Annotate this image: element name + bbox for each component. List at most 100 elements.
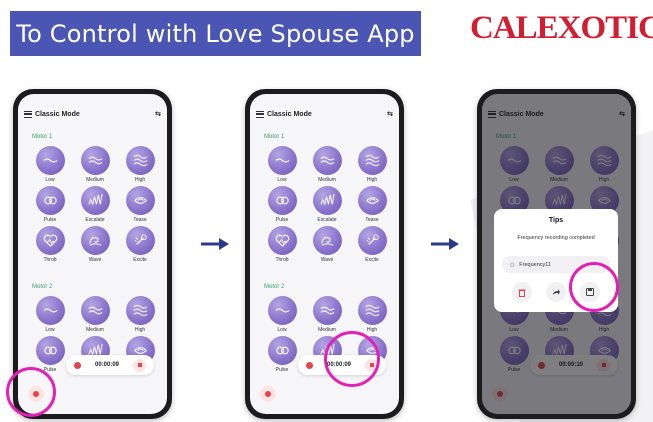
pattern-label: Escalate: [317, 217, 337, 223]
pattern-label: Low: [277, 327, 287, 333]
pattern-pulse-button[interactable]: Pulse: [260, 336, 304, 374]
pattern-label: Medium: [318, 327, 336, 333]
excite-icon: [357, 226, 387, 255]
pattern-label: Throb: [275, 257, 289, 263]
tease-icon: [357, 186, 387, 215]
mode-title-text: Classic Mode: [35, 110, 80, 118]
pulse-icon: [267, 186, 297, 215]
share-icon: [553, 289, 560, 295]
low-wave-icon: [35, 146, 65, 175]
pattern-excite-button[interactable]: Excite: [350, 226, 394, 264]
pattern-label: Wave: [88, 257, 102, 263]
high-wave-icon: [357, 296, 387, 325]
pattern-label: Pulse: [43, 217, 57, 223]
pattern-low-button[interactable]: Low: [260, 296, 304, 334]
top-bar: Classic Mode ⇆: [24, 108, 161, 120]
pulse-icon: [35, 336, 65, 365]
pattern-label: Throb: [43, 257, 57, 263]
pattern-high-button[interactable]: High: [118, 296, 162, 334]
record-button[interactable]: [260, 386, 276, 402]
brand-name: CALEXOTICS: [470, 10, 653, 46]
pattern-pulse-button[interactable]: Pulse: [28, 186, 72, 224]
pattern-label: Tease: [133, 217, 147, 223]
recording-dot-icon: [306, 361, 313, 369]
pattern-high-button[interactable]: High: [350, 296, 394, 334]
share-button[interactable]: [546, 282, 566, 302]
pattern-label: Escalate: [85, 217, 105, 223]
recording-dot-icon: [74, 361, 81, 369]
medium-wave-icon: [312, 296, 342, 325]
escalate-icon: [312, 186, 342, 215]
signal-icon[interactable]: ⇆: [387, 110, 393, 118]
pattern-label: High: [366, 177, 378, 183]
pattern-tease-button[interactable]: Tease: [118, 186, 162, 224]
highlight-record-button: [6, 367, 56, 417]
pulse-icon: [267, 336, 297, 365]
pattern-label: Low: [277, 177, 287, 183]
arrow-right-icon: [431, 238, 459, 250]
motor-1-label: Motor 1: [264, 134, 285, 140]
motor1-pattern-grid: Low Medium High Pulse Escalate Tease Throb Wave…: [260, 146, 394, 264]
pattern-medium-button[interactable]: Medium: [305, 296, 349, 334]
brand-logo: CALEXOTICS®: [470, 10, 653, 47]
pattern-escalate-button[interactable]: Escalate: [73, 186, 117, 224]
pattern-medium-button[interactable]: Medium: [73, 146, 117, 184]
low-wave-icon: [35, 296, 65, 325]
phone-step-3: Classic Mode⇆Motor 1LowMediumHighPulseEs…: [477, 89, 636, 419]
pattern-throb-button[interactable]: Throb: [260, 226, 304, 264]
excite-icon: [125, 226, 155, 255]
motor-2-label: Motor 2: [264, 284, 285, 290]
motor-1-label: Motor 1: [32, 134, 53, 140]
throb-heart-icon: [267, 226, 297, 255]
delete-button[interactable]: [512, 282, 532, 302]
app-screen: Classic Mode ⇆ Motor 1 Low Medium High Pulse Es…: [18, 94, 167, 414]
pattern-tease-button[interactable]: Tease: [350, 186, 394, 224]
pattern-high-button[interactable]: High: [350, 146, 394, 184]
pattern-label: High: [134, 177, 146, 183]
recording-name: Frequency11: [519, 261, 551, 268]
throb-heart-icon: [35, 226, 65, 255]
pattern-label: Medium: [318, 177, 336, 183]
pattern-excite-button[interactable]: Excite: [118, 226, 162, 264]
title-banner: To Control with Love Spouse App: [10, 11, 421, 56]
signal-icon[interactable]: ⇆: [155, 110, 161, 118]
escalate-icon: [80, 186, 110, 215]
pattern-high-button[interactable]: High: [118, 146, 162, 184]
trash-icon: [518, 289, 526, 297]
high-wave-icon: [125, 146, 155, 175]
pattern-wave-button[interactable]: Wave: [73, 226, 117, 264]
highlight-save-button: [569, 262, 619, 312]
high-wave-icon: [125, 296, 155, 325]
mode-title-text: Classic Mode: [267, 110, 312, 118]
high-wave-icon: [357, 146, 387, 175]
tease-icon: [125, 186, 155, 215]
arrow-right-icon: [201, 238, 229, 250]
pulse-icon: [35, 186, 65, 215]
phone-step-2: Classic Mode ⇆ Motor 1 Low Medium High Pulse Es…: [245, 89, 404, 419]
pattern-medium-button[interactable]: Medium: [73, 296, 117, 334]
medium-wave-icon: [80, 146, 110, 175]
pattern-medium-button[interactable]: Medium: [305, 146, 349, 184]
mode-title[interactable]: Classic Mode: [256, 110, 312, 118]
pattern-wave-button[interactable]: Wave: [305, 226, 349, 264]
top-bar: Classic Mode ⇆: [256, 108, 393, 120]
star-icon: ☆: [509, 261, 516, 269]
mode-title[interactable]: Classic Mode: [24, 110, 80, 118]
motor-2-label: Motor 2: [32, 284, 53, 290]
banner-title: To Control with Love Spouse App: [16, 19, 415, 48]
pattern-label: Excite: [133, 257, 147, 263]
menu-icon: [24, 110, 32, 118]
pattern-label: Tease: [365, 217, 379, 223]
pattern-low-button[interactable]: Low: [28, 296, 72, 334]
stop-recording-button[interactable]: [133, 358, 146, 372]
low-wave-icon: [267, 146, 297, 175]
dialog-title: Tips: [548, 217, 564, 224]
pattern-escalate-button[interactable]: Escalate: [305, 186, 349, 224]
pattern-throb-button[interactable]: Throb: [28, 226, 72, 264]
pattern-label: Low: [45, 177, 55, 183]
pattern-low-button[interactable]: Low: [28, 146, 72, 184]
menu-icon: [256, 110, 264, 118]
record-icon: [265, 391, 271, 397]
pattern-low-button[interactable]: Low: [260, 146, 304, 184]
pattern-pulse-button[interactable]: Pulse: [260, 186, 304, 224]
